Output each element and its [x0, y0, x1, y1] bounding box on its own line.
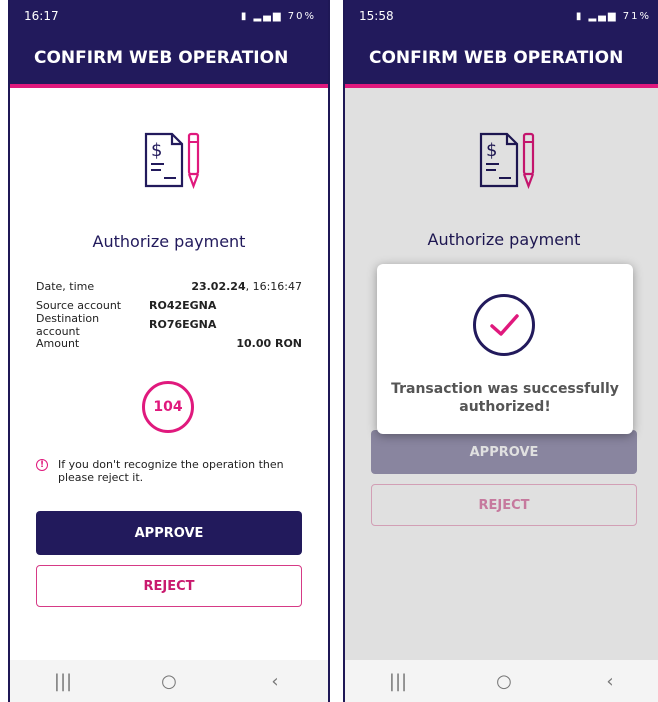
status-bar: 15:58 ▮ ▂▄▆ 71% [345, 0, 658, 32]
battery-level: 70% [287, 10, 316, 22]
approve-button[interactable]: APPROVE [36, 511, 302, 555]
detail-label: Source account [36, 299, 122, 312]
status-time: 16:17 [24, 9, 59, 23]
details-list: Date, time 23.02.24, 16:16:47 Source acc… [36, 277, 302, 353]
document-pen-icon: $ [144, 132, 200, 190]
checkmark-circle-icon [473, 294, 535, 356]
status-bar: 16:17 ▮ ▂▄▆ 70% [10, 0, 328, 32]
recents-button[interactable]: ||| [378, 671, 418, 692]
page-title: CONFIRM WEB OPERATION [369, 48, 624, 68]
detail-label: Amount [36, 337, 80, 350]
date-value: 23.02.24 [191, 280, 246, 293]
back-button[interactable]: ‹ [255, 671, 295, 692]
detail-row-date: Date, time 23.02.24, 16:16:47 [36, 277, 302, 296]
phone-screen-1: 16:17 ▮ ▂▄▆ 70% CONFIRM WEB OPERATION $ … [8, 0, 330, 702]
detail-row-destination: Destination account RO76EGNA [36, 312, 302, 338]
page-header: CONFIRM WEB OPERATION [10, 32, 328, 84]
svg-text:$: $ [151, 140, 162, 161]
detail-row-amount: Amount 10.00 RON [36, 334, 302, 353]
source-account-value: RO42EGNA [149, 299, 217, 312]
system-nav-bar: ||| ○ ‹ [10, 660, 328, 702]
status-time: 15:58 [359, 9, 394, 23]
battery-level: 71% [622, 10, 651, 22]
page-title: CONFIRM WEB OPERATION [34, 48, 289, 68]
system-nav-bar: ||| ○ ‹ [345, 660, 658, 702]
home-button[interactable]: ○ [484, 671, 524, 692]
phone-screen-2: 15:58 ▮ ▂▄▆ 71% CONFIRM WEB OPERATION $ … [343, 0, 658, 702]
warning-notice: ! If you don't recognize the operation t… [36, 458, 308, 484]
amount-value: 10.00 RON [236, 337, 302, 350]
success-dialog: Transaction was successfully authorized! [377, 264, 633, 434]
detail-label: Date, time [36, 280, 95, 293]
signal-icon: ▮ ▂▄▆ [575, 10, 618, 22]
countdown-timer: 104 [142, 381, 194, 433]
time-value: , 16:16:47 [245, 280, 302, 293]
destination-account-value: RO76EGNA [149, 318, 217, 331]
check-icon [490, 314, 519, 336]
signal-icon: ▮ ▂▄▆ [240, 10, 283, 22]
page-header: CONFIRM WEB OPERATION [345, 32, 658, 84]
back-button[interactable]: ‹ [590, 671, 630, 692]
reject-button[interactable]: REJECT [36, 565, 302, 607]
recents-button[interactable]: ||| [43, 671, 83, 692]
success-message: Transaction was successfully authorized! [391, 381, 619, 415]
warning-text: If you don't recognize the operation the… [58, 458, 284, 484]
operation-title: Authorize payment [92, 232, 246, 251]
info-icon: ! [36, 459, 48, 471]
home-button[interactable]: ○ [149, 671, 189, 692]
header-divider [10, 84, 328, 88]
